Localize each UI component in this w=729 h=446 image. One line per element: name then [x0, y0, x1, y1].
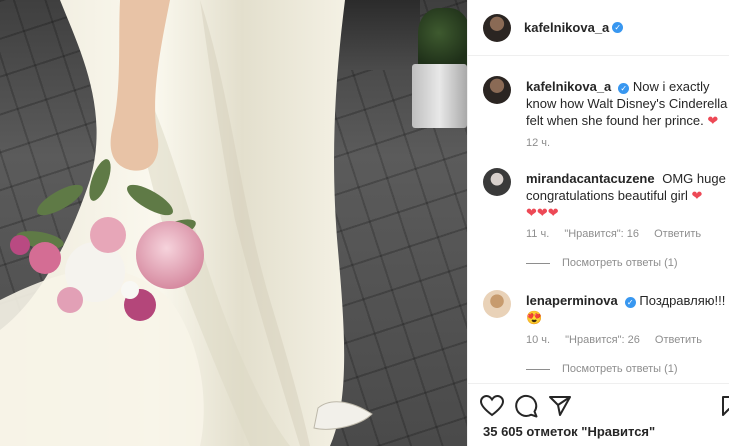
bookmark-icon[interactable]	[722, 396, 729, 416]
view-replies-button[interactable]: Посмотреть ответы (1)	[526, 257, 678, 269]
red-heart-emoji-icon: ❤	[691, 188, 703, 203]
likes-count[interactable]: 35 605 отметок "Нравится"	[483, 424, 655, 439]
caption-username[interactable]: kafelnikova_a	[526, 79, 611, 94]
action-icons	[480, 392, 582, 420]
comment-meta: 10 ч. "Нравится": 26 Ответить	[526, 334, 714, 346]
heart-outline-icon[interactable]	[480, 392, 514, 420]
comment-emoji-line: 😍	[526, 310, 543, 325]
author-avatar[interactable]	[483, 13, 511, 42]
red-heart-emoji-icon: ❤	[707, 113, 719, 128]
comment-likes[interactable]: "Нравится": 16	[564, 228, 639, 240]
comment-username[interactable]: lenaperminova	[526, 293, 618, 308]
caption-author-avatar[interactable]	[483, 76, 511, 104]
verified-badge-icon: ✓	[618, 83, 630, 94]
post-side-panel: kafelnikova_a ✓ kafelnikova_a ✓ Now i exa…	[467, 0, 729, 446]
comments-list[interactable]: kafelnikova_a ✓ Now i exactly know how Wa…	[468, 57, 729, 383]
comment-text: Поздравляю!!!	[639, 293, 726, 308]
comment-time[interactable]: 10 ч.	[526, 334, 550, 346]
replies-divider	[526, 262, 550, 264]
bride-illustration	[0, 0, 373, 446]
reply-button[interactable]: Ответить	[654, 228, 701, 240]
caption-time[interactable]: 12 ч.	[526, 137, 550, 149]
comment-username[interactable]: mirandacantacuzene	[526, 171, 655, 186]
comment-bubble-icon[interactable]	[514, 392, 548, 420]
verified-badge-icon: ✓	[624, 297, 636, 308]
view-replies-button[interactable]: Посмотреть ответы (1)	[526, 363, 678, 375]
verified-badge-icon: ✓	[612, 22, 624, 33]
author-username[interactable]: kafelnikova_a	[524, 20, 609, 35]
caption-body: kafelnikova_a ✓ Now i exactly know how Wa…	[526, 78, 729, 129]
comment-time[interactable]: 11 ч.	[526, 228, 549, 240]
comment-emoji-line: ❤❤❤	[526, 205, 559, 220]
post-photo[interactable]	[0, 0, 467, 446]
post-header: kafelnikova_a ✓	[468, 0, 729, 56]
view-replies-label: Посмотреть ответы (1)	[562, 257, 678, 269]
paper-plane-icon[interactable]	[548, 392, 582, 420]
post-actions: 35 605 отметок "Нравится"	[468, 383, 729, 446]
comment-body: mirandacantacuzene OMG huge congratulati…	[526, 170, 729, 221]
comment-meta: 11 ч. "Нравится": 16 Ответить	[526, 228, 713, 240]
commenter-avatar[interactable]	[483, 290, 511, 318]
replies-divider	[526, 368, 550, 370]
comment-likes[interactable]: "Нравится": 26	[565, 334, 640, 346]
reply-button[interactable]: Ответить	[655, 334, 702, 346]
view-replies-label: Посмотреть ответы (1)	[562, 363, 678, 375]
commenter-avatar[interactable]	[483, 168, 511, 196]
comment-body: lenaperminova ✓ Поздравляю!!! 😍	[526, 292, 729, 326]
caption-meta: 12 ч.	[526, 137, 562, 149]
